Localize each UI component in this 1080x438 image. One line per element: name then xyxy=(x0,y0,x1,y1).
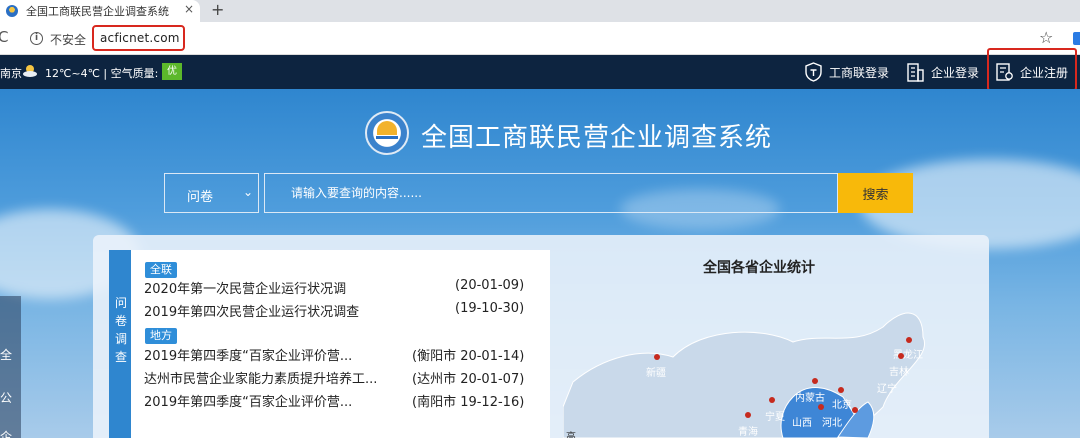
new-tab-icon[interactable]: + xyxy=(211,0,224,20)
left-side-menu: 全 公 企 xyxy=(0,296,21,438)
air-quality-label: 空气质量: xyxy=(110,67,159,80)
weather-info: 12℃~4℃ | 空气质量: xyxy=(45,65,158,81)
air-quality-badge: 优 xyxy=(162,63,182,80)
survey-item-date: (达州市 20-01-07) xyxy=(412,372,525,387)
province-label: 辽宁 xyxy=(877,384,897,395)
building-icon xyxy=(907,63,924,82)
map-point xyxy=(654,354,660,360)
weather-city: 南京 xyxy=(0,67,22,80)
province-label: 北京 xyxy=(832,400,852,411)
map-point xyxy=(906,337,912,343)
tab-close-icon[interactable]: × xyxy=(184,2,194,16)
security-status[interactable]: 不安全 xyxy=(50,31,86,48)
survey-item-title[interactable]: 2020年第一次民营企业运行状况调 xyxy=(144,278,346,297)
search-input[interactable] xyxy=(264,173,838,213)
survey-item-date: (20-01-09) xyxy=(455,278,525,293)
map-point xyxy=(769,397,775,403)
divider: | xyxy=(103,67,108,80)
address-bar: C i 不安全 acficnet.com ☆ xyxy=(0,22,1080,55)
enterprise-login-link[interactable]: 企业登录 xyxy=(906,55,979,89)
province-label: 新疆 xyxy=(646,368,666,379)
national-tag: 全联 xyxy=(145,262,177,278)
map-point xyxy=(852,407,858,413)
province-label: 青海 xyxy=(738,427,758,438)
map-point xyxy=(838,387,844,393)
shield-icon xyxy=(805,62,822,82)
info-icon[interactable]: i xyxy=(30,32,43,45)
hero-banner: 全国工商联民营企业调查系统 问卷 ⌄ 搜索 全 公 企 问卷调查 全联 2020… xyxy=(0,89,1080,438)
survey-section-tab[interactable]: 问卷调查 xyxy=(109,250,131,438)
province-label: 高 xyxy=(566,432,576,438)
logo-sun xyxy=(377,121,397,135)
site-title: 全国工商联民营企业调查系统 xyxy=(421,123,773,153)
tab-title: 全国工商联民营企业调查系统 xyxy=(26,5,169,18)
url-field[interactable]: acficnet.com xyxy=(100,31,180,45)
left-menu-item[interactable]: 公 xyxy=(0,389,12,406)
local-tag: 地方 xyxy=(145,328,177,344)
survey-item-title[interactable]: 2019年第四季度“百家企业评价营... xyxy=(144,345,352,364)
browser-tab-strip: 全国工商联民营企业调查系统 × + xyxy=(0,0,1080,22)
survey-item-date: (衡阳市 20-01-14) xyxy=(412,349,525,364)
chevron-down-icon: ⌄ xyxy=(243,185,254,199)
map-point xyxy=(898,353,904,359)
bookmark-star-icon[interactable]: ☆ xyxy=(1039,28,1053,47)
left-menu-item[interactable]: 全 xyxy=(0,346,12,363)
survey-item-title[interactable]: 2019年第四次民营企业运行状况调查 xyxy=(144,301,359,320)
site-top-bar: 南京 12℃~4℃ | 空气质量: 优 工商联登录 企业登录 企业注册 xyxy=(0,55,1080,89)
extension-icon[interactable] xyxy=(1073,32,1080,45)
survey-list-card: 问卷调查 全联 2020年第一次民营企业运行状况调 (20-01-09) 201… xyxy=(109,250,550,438)
sun-cloud-icon xyxy=(23,65,37,77)
survey-section-label: 问卷调查 xyxy=(115,296,128,364)
acfic-login-label: 工商联登录 xyxy=(829,65,890,80)
acfic-login-link[interactable]: 工商联登录 xyxy=(804,55,889,89)
left-menu-item[interactable]: 企 xyxy=(0,428,12,438)
browser-tab[interactable]: 全国工商联民营企业调查系统 × xyxy=(0,0,200,22)
register-highlight-box xyxy=(987,48,1077,91)
survey-item-title[interactable]: 2019年第四季度“百家企业评价营... xyxy=(144,391,352,410)
search-scope-select[interactable]: 问卷 ⌄ xyxy=(164,173,259,213)
reload-icon[interactable]: C xyxy=(0,28,8,46)
survey-item-title[interactable]: 达州市民营企业家能力素质提升培养工... xyxy=(144,368,377,387)
map-point xyxy=(812,378,818,384)
search-scope-value: 问卷 xyxy=(187,190,214,205)
province-label: 内蒙古 xyxy=(795,393,825,404)
map-point xyxy=(818,404,824,410)
province-label: 河北 xyxy=(822,418,842,429)
search-button[interactable]: 搜索 xyxy=(838,173,913,213)
site-favicon-icon xyxy=(6,5,18,17)
province-label: 宁夏 xyxy=(765,412,785,423)
logo-book xyxy=(376,136,398,144)
province-label: 吉林 xyxy=(889,367,909,378)
map-point xyxy=(745,412,751,418)
province-label: 山西 xyxy=(792,418,812,429)
survey-item-date: (19-10-30) xyxy=(455,301,525,316)
enterprise-login-label: 企业登录 xyxy=(931,65,980,80)
survey-item-date: (南阳市 19-12-16) xyxy=(412,395,525,410)
temperature: 12℃~4℃ xyxy=(45,67,100,80)
map-title: 全国各省企业统计 xyxy=(703,260,815,276)
site-logo xyxy=(365,111,409,155)
